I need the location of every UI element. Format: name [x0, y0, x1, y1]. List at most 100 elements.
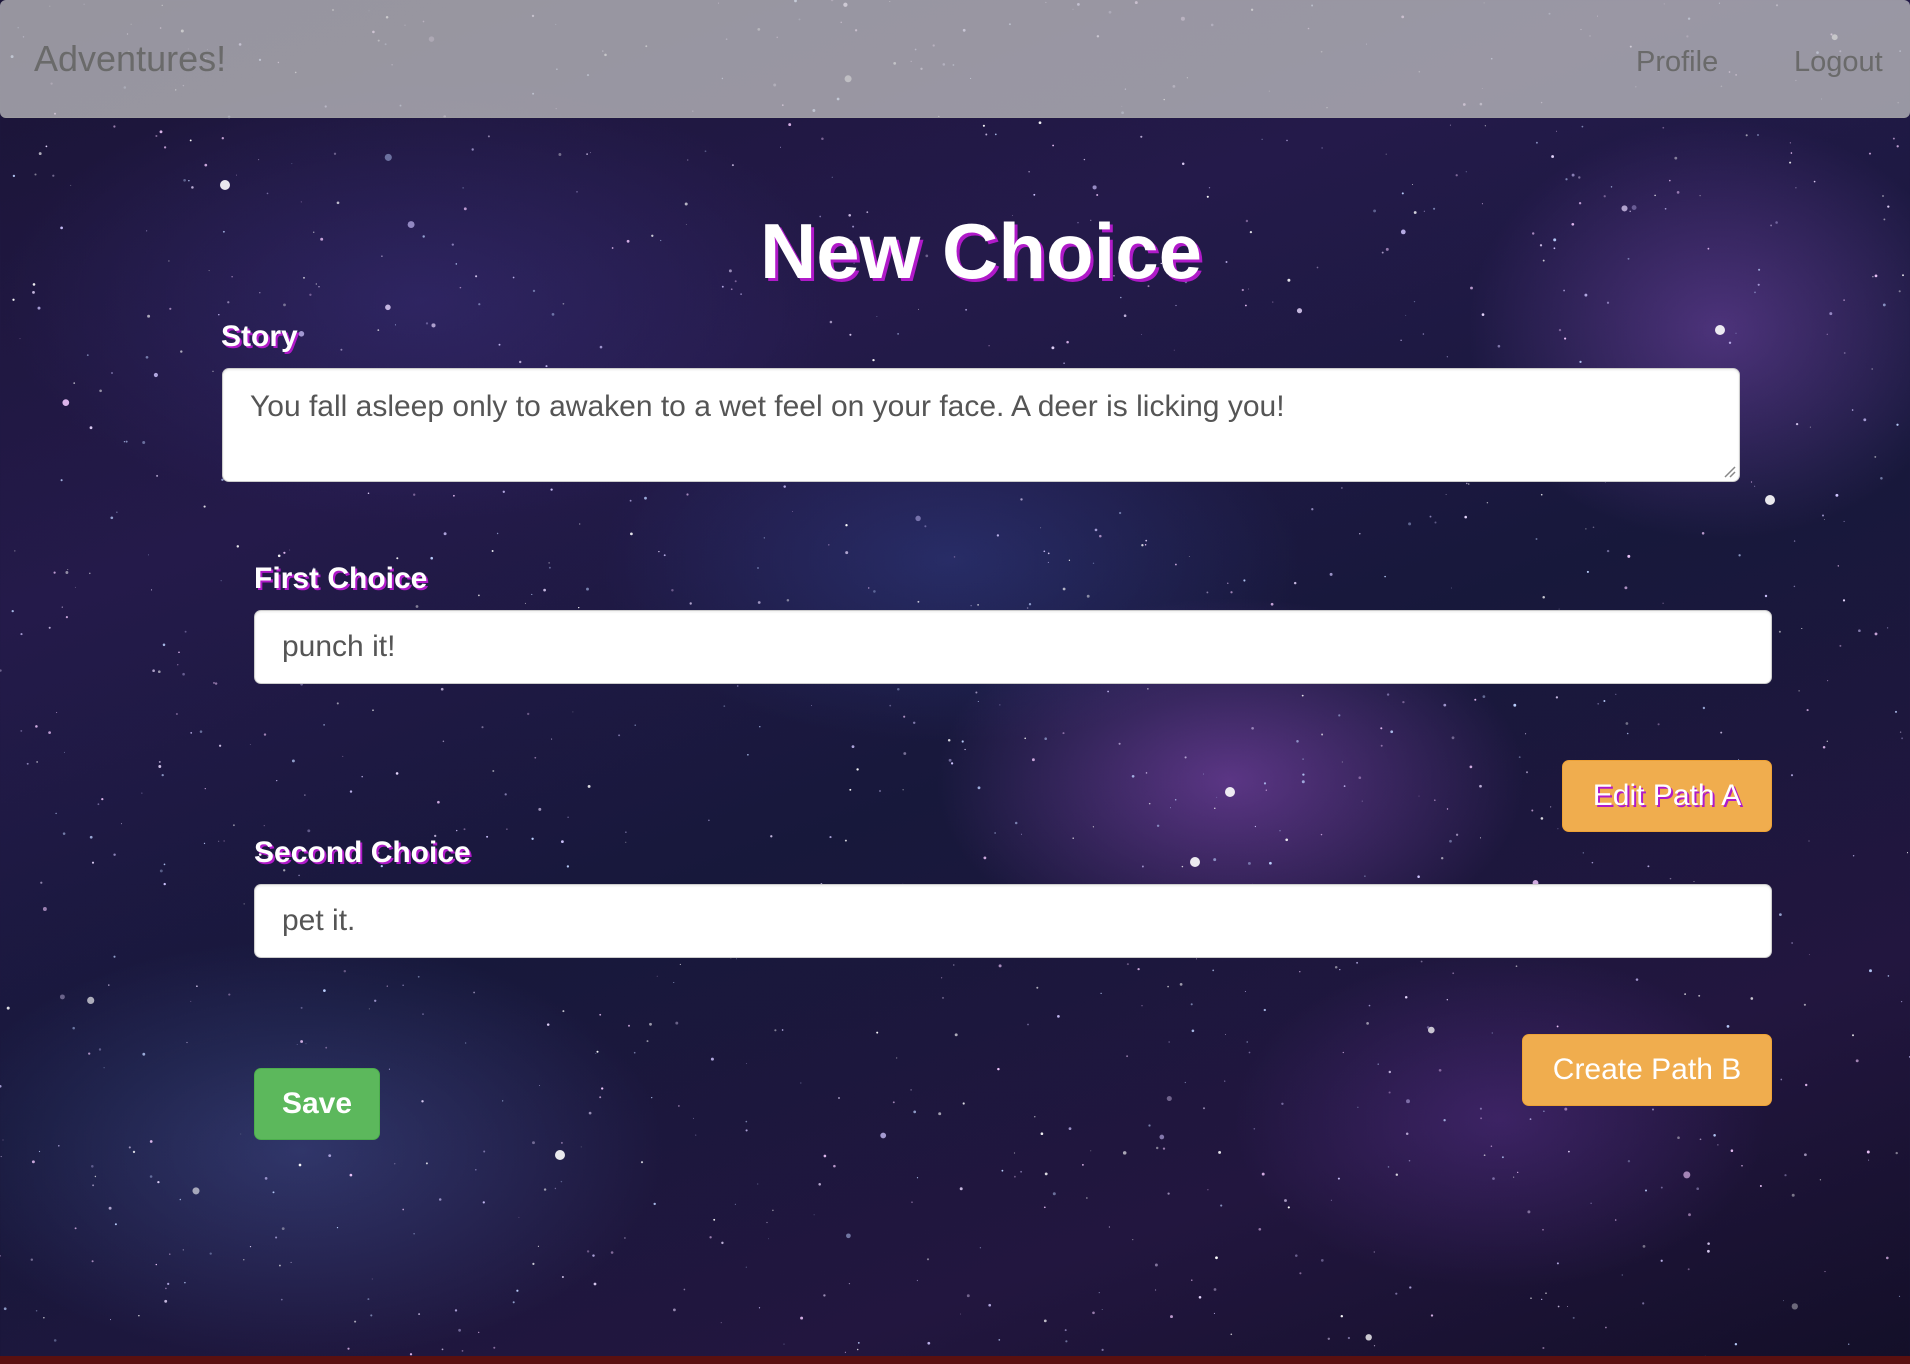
star: [1422, 333, 1425, 335]
star: [323, 724, 325, 726]
star: [1734, 1342, 1738, 1346]
star: [1342, 1051, 1344, 1054]
star: [1801, 627, 1803, 630]
star: [1320, 833, 1323, 836]
star: [546, 1023, 550, 1026]
star: [1202, 1107, 1206, 1110]
story-textarea[interactable]: [222, 368, 1740, 482]
star: [209, 1252, 212, 1255]
star: [182, 672, 185, 676]
star: [1388, 1070, 1392, 1074]
star: [1687, 1268, 1690, 1271]
star: [30, 1258, 34, 1261]
star: [1118, 742, 1121, 745]
star: [912, 721, 916, 725]
star: [897, 688, 900, 691]
star: [395, 772, 399, 775]
star: [56, 711, 58, 713]
star: [1545, 1292, 1547, 1295]
star: [1296, 308, 1303, 314]
star: [1216, 796, 1218, 798]
star: [487, 135, 490, 138]
nav-logout-link[interactable]: Logout: [1794, 46, 1883, 79]
star: [249, 1246, 252, 1248]
star: [1043, 1319, 1047, 1323]
save-button[interactable]: Save: [254, 1068, 380, 1140]
star: [336, 201, 340, 205]
star: [1063, 362, 1065, 365]
star: [1542, 1346, 1545, 1350]
star: [1141, 333, 1143, 335]
nav-profile-link[interactable]: Profile: [1636, 46, 1718, 79]
first-choice-input[interactable]: [254, 610, 1772, 684]
star: [204, 163, 208, 167]
star: [6, 1006, 10, 1010]
star: [988, 345, 990, 347]
star: [1092, 562, 1095, 564]
star: [1169, 807, 1172, 809]
star: [1154, 1263, 1158, 1267]
star: [1501, 1156, 1504, 1159]
star: [1099, 534, 1102, 538]
star: [163, 882, 166, 886]
star: [1107, 690, 1110, 693]
star: [829, 836, 832, 839]
create-path-b-button[interactable]: Create Path B: [1522, 1034, 1772, 1106]
star: [74, 1227, 77, 1230]
star: [1882, 303, 1886, 307]
star: [731, 164, 734, 167]
star: [1610, 186, 1613, 188]
star: [1540, 493, 1543, 496]
star: [1793, 585, 1796, 588]
star: [370, 1314, 373, 1317]
star: [1823, 518, 1825, 521]
star: [264, 1177, 268, 1180]
star: [1141, 1005, 1143, 1007]
star: [1145, 539, 1148, 542]
star: [1529, 1118, 1532, 1120]
star: [1819, 1179, 1822, 1181]
star: [221, 137, 224, 140]
star: [818, 1183, 821, 1186]
star: [1541, 1298, 1543, 1300]
star: [1842, 599, 1846, 602]
star: [747, 754, 749, 756]
star: [1400, 339, 1402, 342]
star: [116, 511, 118, 513]
resize-grip-icon[interactable]: [1722, 464, 1736, 478]
star: [721, 1241, 724, 1245]
star: [918, 308, 920, 310]
star: [1020, 833, 1022, 835]
star: [1621, 1274, 1623, 1276]
star: [1440, 856, 1444, 860]
star: [1287, 1206, 1290, 1209]
star: [1408, 522, 1412, 526]
star: [999, 704, 1001, 706]
star: [1027, 1023, 1029, 1026]
star: [1038, 121, 1042, 125]
star: [786, 598, 790, 602]
star: [1072, 837, 1074, 839]
star: [1184, 756, 1187, 759]
star: [1261, 138, 1263, 140]
star: [243, 903, 245, 905]
star: [1479, 784, 1482, 788]
star: [1429, 515, 1432, 518]
star: [1896, 145, 1899, 148]
star: [554, 1187, 557, 1190]
star: [1660, 1259, 1663, 1262]
star: [19, 338, 21, 340]
star: [911, 1201, 913, 1203]
star: [304, 794, 306, 796]
star: [848, 1283, 851, 1285]
edit-path-a-button[interactable]: Edit Path A: [1562, 760, 1772, 832]
star: [1764, 594, 1768, 598]
star: [1361, 800, 1363, 802]
star: [1167, 985, 1169, 988]
star: [538, 807, 542, 811]
second-choice-input[interactable]: [254, 884, 1772, 958]
brand-link[interactable]: Adventures!: [34, 38, 226, 80]
star: [1380, 744, 1383, 747]
star: [1707, 1249, 1710, 1253]
star: [878, 789, 882, 793]
